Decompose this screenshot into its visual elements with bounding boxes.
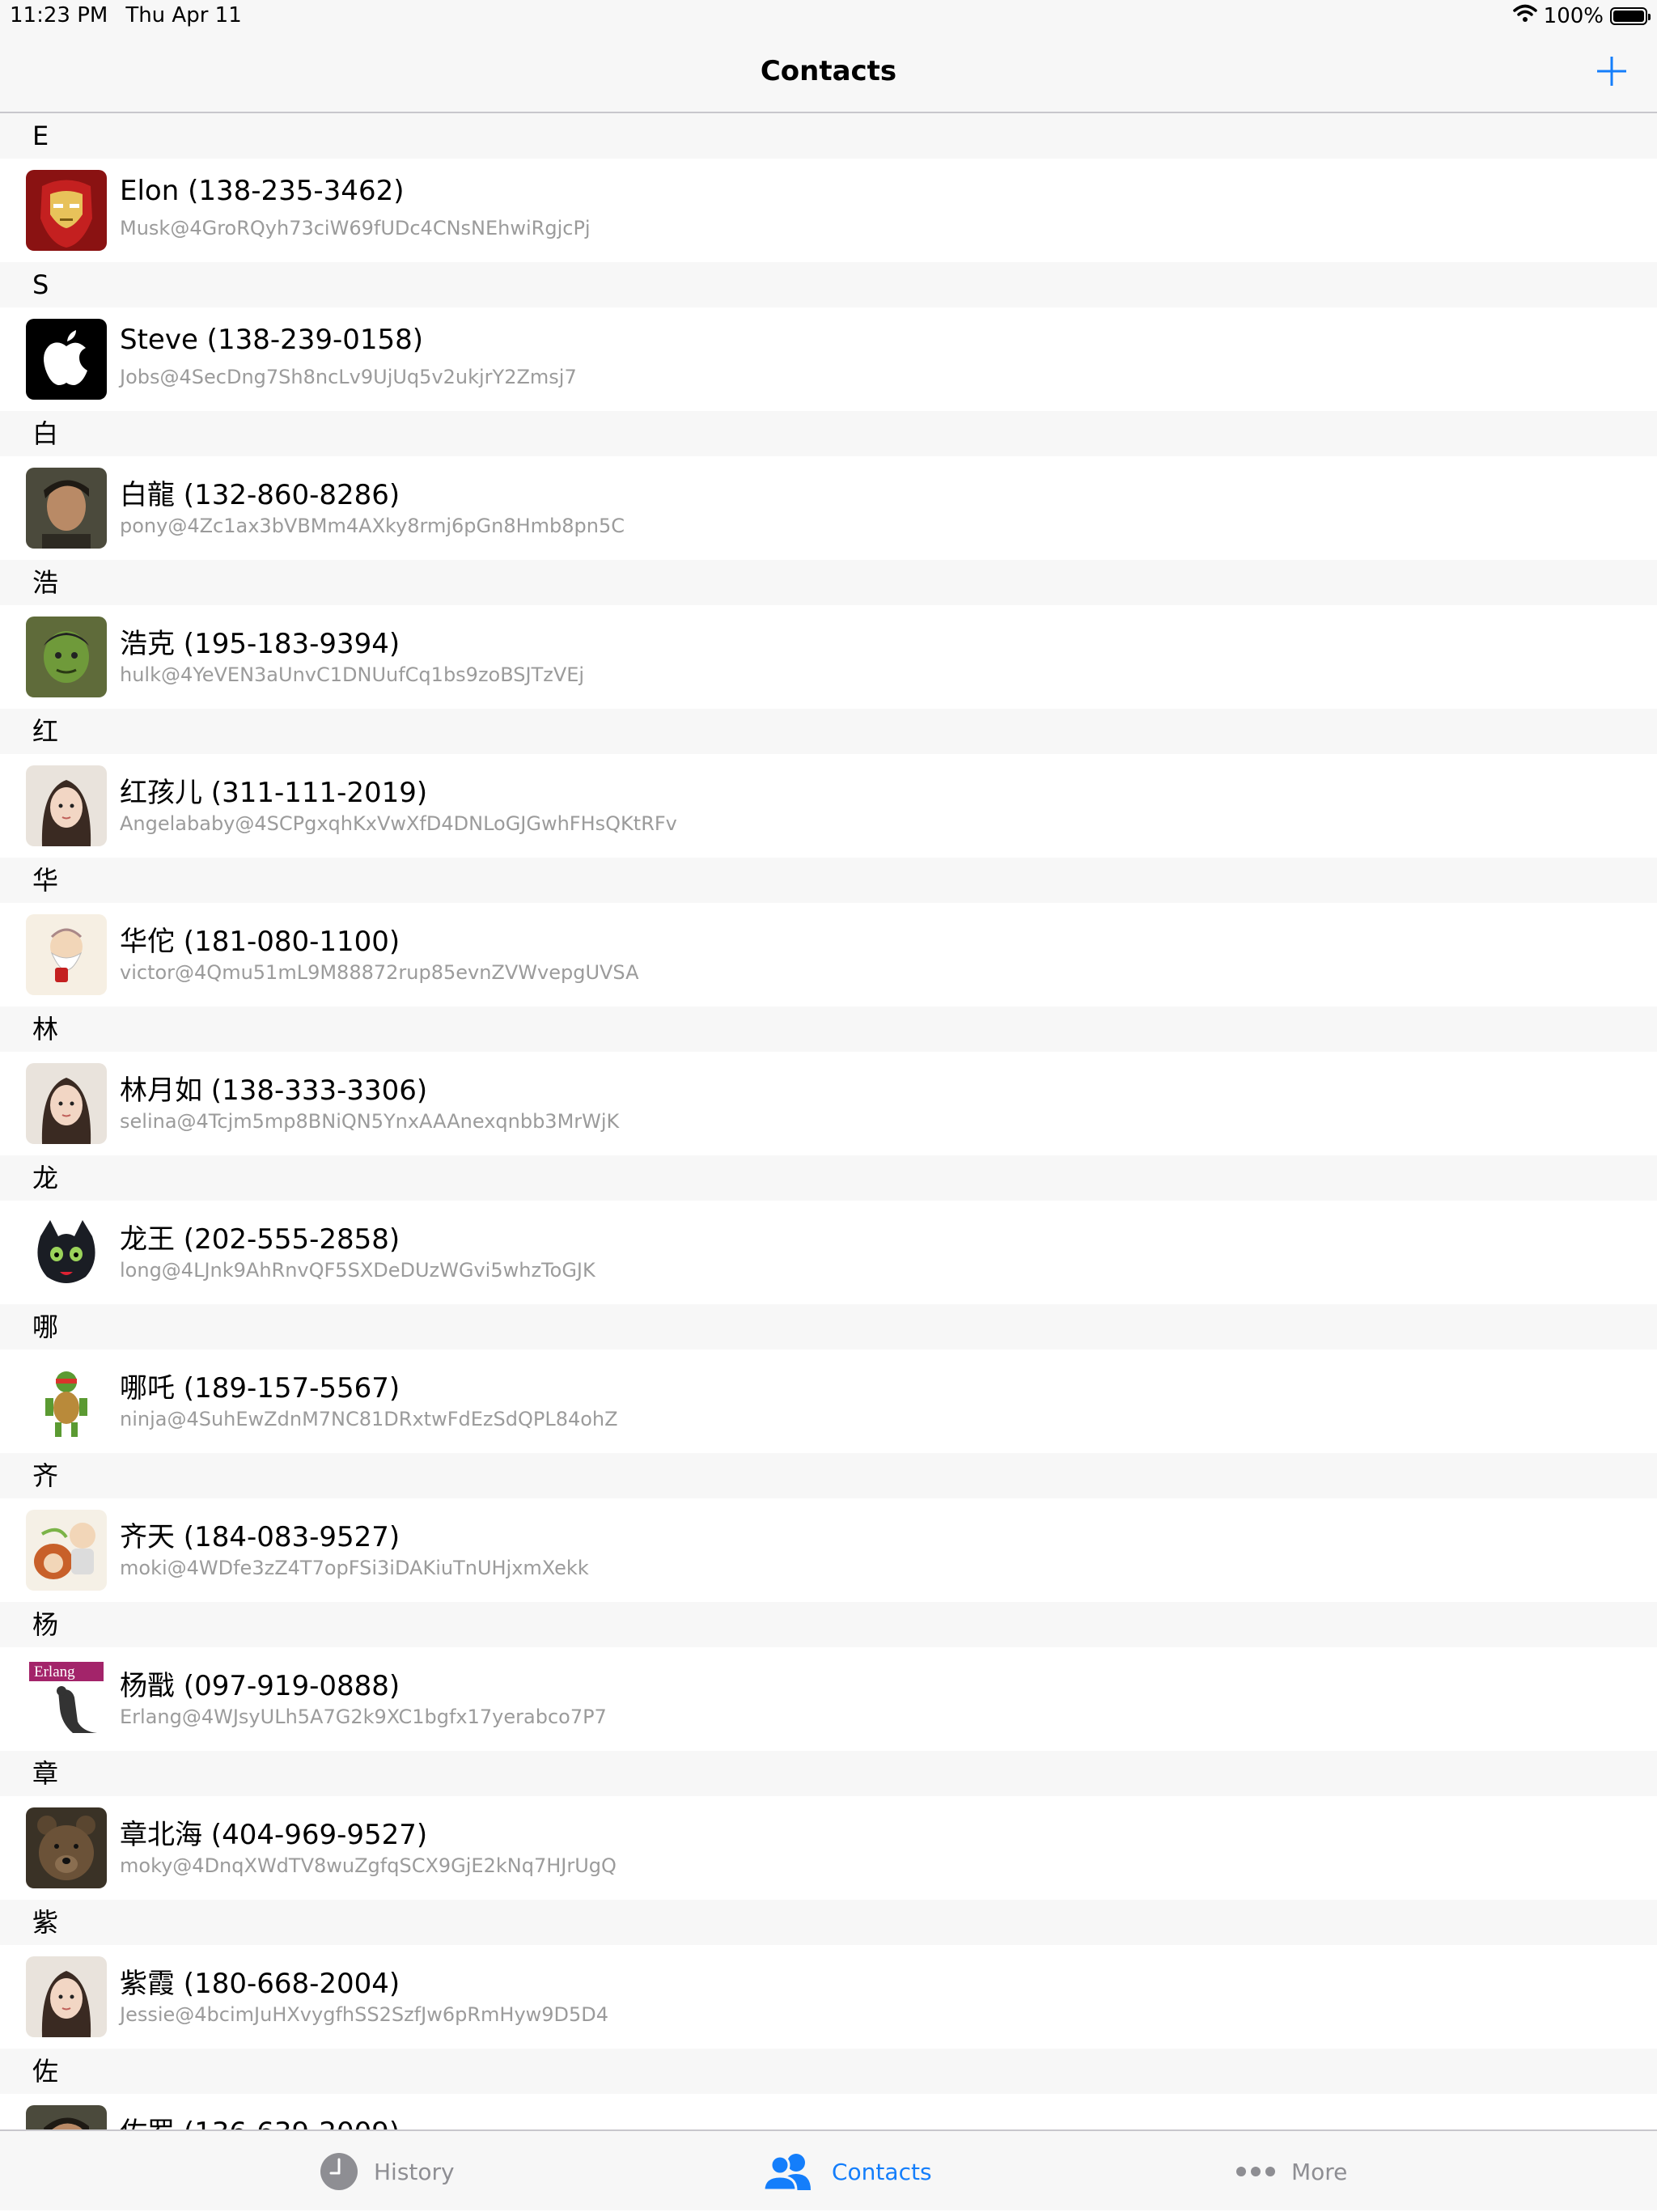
page-title: Contacts: [760, 55, 897, 87]
contact-name: 杨戬 (097-919-0888): [120, 1670, 400, 1702]
contact-row[interactable]: 哪吒 (189-157-5567) ninja@4SuhEwZdnM7NC81DR…: [0, 1350, 1657, 1453]
section-header: 杨: [0, 1602, 1657, 1647]
tab-history-label: History: [374, 2158, 455, 2185]
contact-email: Jobs@4SecDng7Sh8ncLv9UjUq5v2ukjrY2Zmsj7: [120, 366, 577, 388]
hulk-avatar: [26, 617, 107, 697]
contact-name: 齐天 (184-083-9527): [120, 1521, 400, 1553]
section-header: 浩: [0, 560, 1657, 605]
contacts-list[interactable]: E Elon (138-235-3462) Musk@4GroRQyh73ciW69…: [0, 113, 1657, 2129]
man-portrait-avatar: [26, 2105, 107, 2129]
contact-row[interactable]: 华佗 (181-080-1100) victor@4Qmu51mL9M88872r…: [0, 903, 1657, 1006]
apple-logo-avatar: [26, 319, 107, 400]
section-header: 哪: [0, 1304, 1657, 1350]
contact-email: hulk@4YeVEN3aUnvC1DNUufCq1bs9zoBSJTzVEj: [120, 663, 585, 686]
contact-name: 华佗 (181-080-1100): [120, 926, 400, 958]
contact-name: 浩克 (195-183-9394): [120, 628, 400, 660]
contact-name: 林月如 (138-333-3306): [120, 1074, 428, 1107]
add-contact-button[interactable]: [1591, 50, 1633, 92]
contact-row[interactable]: Elon (138-235-3462) Musk@4GroRQyh73ciW69f…: [0, 159, 1657, 262]
old-sage-avatar: [26, 914, 107, 995]
bear-avatar: [26, 1807, 107, 1888]
contact-email: pony@4Zc1ax3bVBMm4AXky8rmj6pGn8Hmb8pn5C: [120, 515, 625, 537]
contact-row[interactable]: Steve (138-239-0158) Jobs@4SecDng7Sh8ncLv…: [0, 307, 1657, 411]
contacts-icon: [762, 2154, 811, 2192]
wifi-icon: [1512, 3, 1537, 28]
monkey-king-avatar: [26, 1510, 107, 1591]
contact-name: 红孩儿 (311-111-2019): [120, 777, 428, 809]
contact-email: Erlang@4WJsyULh5A7G2k9XC1bgfx17yerabco7P…: [120, 1706, 607, 1728]
tab-more[interactable]: More: [1235, 2131, 1347, 2212]
contact-name: 章北海 (404-969-9527): [120, 1819, 428, 1851]
section-header: 龙: [0, 1155, 1657, 1201]
contact-name: 紫霞 (180-668-2004): [120, 1968, 400, 2000]
section-header: S: [0, 262, 1657, 307]
status-time: 11:23 PM: [10, 3, 108, 28]
contact-email: moki@4WDfe3zZ4T7opFSi3iDAKiuTnUHjxmXekk: [120, 1557, 589, 1579]
erlang-book-avatar: Erlang: [26, 1659, 107, 1740]
section-header: 佐: [0, 2049, 1657, 2094]
contact-email: victor@4Qmu51mL9M88872rup85evnZVWvepgUVS…: [120, 961, 639, 984]
status-left: 11:23 PM Thu Apr 11: [10, 3, 242, 28]
dragon-avatar: [26, 1212, 107, 1293]
iron-man-avatar: [26, 170, 107, 251]
section-header: 紫: [0, 1900, 1657, 1945]
tab-bar: History Contacts More: [0, 2129, 1657, 2210]
contact-email: ninja@4SuhEwZdnM7NC81DRxtwFdEzSdQPL84ohZ: [120, 1408, 618, 1430]
section-header: 齐: [0, 1453, 1657, 1498]
tab-history[interactable]: History: [319, 2131, 455, 2212]
contact-email: Musk@4GroRQyh73ciW69fUDc4CNsNEhwiRgjcPj: [120, 217, 591, 239]
tab-more-label: More: [1291, 2158, 1348, 2185]
more-dots-icon: [1236, 2167, 1275, 2176]
status-right: 100%: [1512, 3, 1651, 28]
woman-portrait-avatar: [26, 765, 107, 846]
section-header: 华: [0, 858, 1657, 903]
svg-text:Erlang: Erlang: [34, 1663, 75, 1680]
contact-row[interactable]: 浩克 (195-183-9394) hulk@4YeVEN3aUnvC1DNUuf…: [0, 605, 1657, 709]
contact-email: selina@4Tcjm5mp8BNiQN5YnxAAAnexqnbb3MrWj…: [120, 1110, 620, 1133]
nav-bar: Contacts: [0, 32, 1657, 113]
section-header: 章: [0, 1751, 1657, 1796]
contact-email: Angelababy@4SCPgxqhKxVwXfD4DNLoGJGwhFHsQ…: [120, 812, 677, 835]
contact-row[interactable]: 白龍 (132-860-8286) pony@4Zc1ax3bVBMm4AXky8…: [0, 456, 1657, 560]
battery-percent: 100%: [1543, 3, 1604, 28]
contact-name: Steve (138-239-0158): [120, 324, 424, 356]
status-bar: 11:23 PM Thu Apr 11 100%: [0, 0, 1657, 32]
contact-row[interactable]: 章北海 (404-969-9527) moky@4DnqXWdTV8wuZgfqS…: [0, 1796, 1657, 1900]
tab-contacts-label: Contacts: [832, 2158, 932, 2185]
contact-email: moky@4DnqXWdTV8wuZgfqSCX9GjE2kNq7HJrUgQ: [120, 1854, 617, 1877]
section-header: 白: [0, 411, 1657, 456]
contact-row[interactable]: 龙王 (202-555-2858) long@4LJnk9AhRnvQF5SXDe…: [0, 1201, 1657, 1304]
section-header: 林: [0, 1006, 1657, 1052]
section-header: E: [0, 113, 1657, 159]
contact-row[interactable]: 红孩儿 (311-111-2019) Angelababy@4SCPgxqhKxV…: [0, 754, 1657, 858]
contact-row[interactable]: 佐罗 (136-639-2009): [0, 2094, 1657, 2129]
contact-name: 白龍 (132-860-8286): [120, 479, 400, 511]
woman-portrait-avatar: [26, 1063, 107, 1144]
plus-icon: [1597, 57, 1626, 86]
tab-contacts[interactable]: Contacts: [761, 2131, 932, 2212]
contact-email: long@4LJnk9AhRnvQF5SXDeDUzWGvi5whzToGJK: [120, 1259, 595, 1282]
man-portrait-avatar: [26, 468, 107, 549]
battery-icon: [1610, 6, 1651, 25]
contact-name: 哪吒 (189-157-5567): [120, 1372, 400, 1405]
contact-name: 佐罗 (136-639-2009): [120, 2110, 400, 2129]
contact-row[interactable]: Erlang 杨戬 (097-919-0888) Erlang@4WJsyULh5A…: [0, 1647, 1657, 1751]
contact-email: Jessie@4bcimJuHXvygfhSS2SzfJw6pRmHyw9D5D…: [120, 2003, 609, 2026]
woman-portrait-avatar: [26, 1956, 107, 2037]
status-date: Thu Apr 11: [125, 3, 242, 28]
contact-name: 龙王 (202-555-2858): [120, 1223, 400, 1256]
contact-row[interactable]: 林月如 (138-333-3306) selina@4Tcjm5mp8BNiQN5…: [0, 1052, 1657, 1155]
contact-row[interactable]: 齐天 (184-083-9527) moki@4WDfe3zZ4T7opFSi3i…: [0, 1498, 1657, 1602]
contact-name: Elon (138-235-3462): [120, 175, 405, 207]
contact-row[interactable]: 紫霞 (180-668-2004) Jessie@4bcimJuHXvygfhSS…: [0, 1945, 1657, 2049]
section-header: 红: [0, 709, 1657, 754]
ninja-turtle-avatar: [26, 1361, 107, 1442]
clock-icon: [320, 2153, 358, 2190]
